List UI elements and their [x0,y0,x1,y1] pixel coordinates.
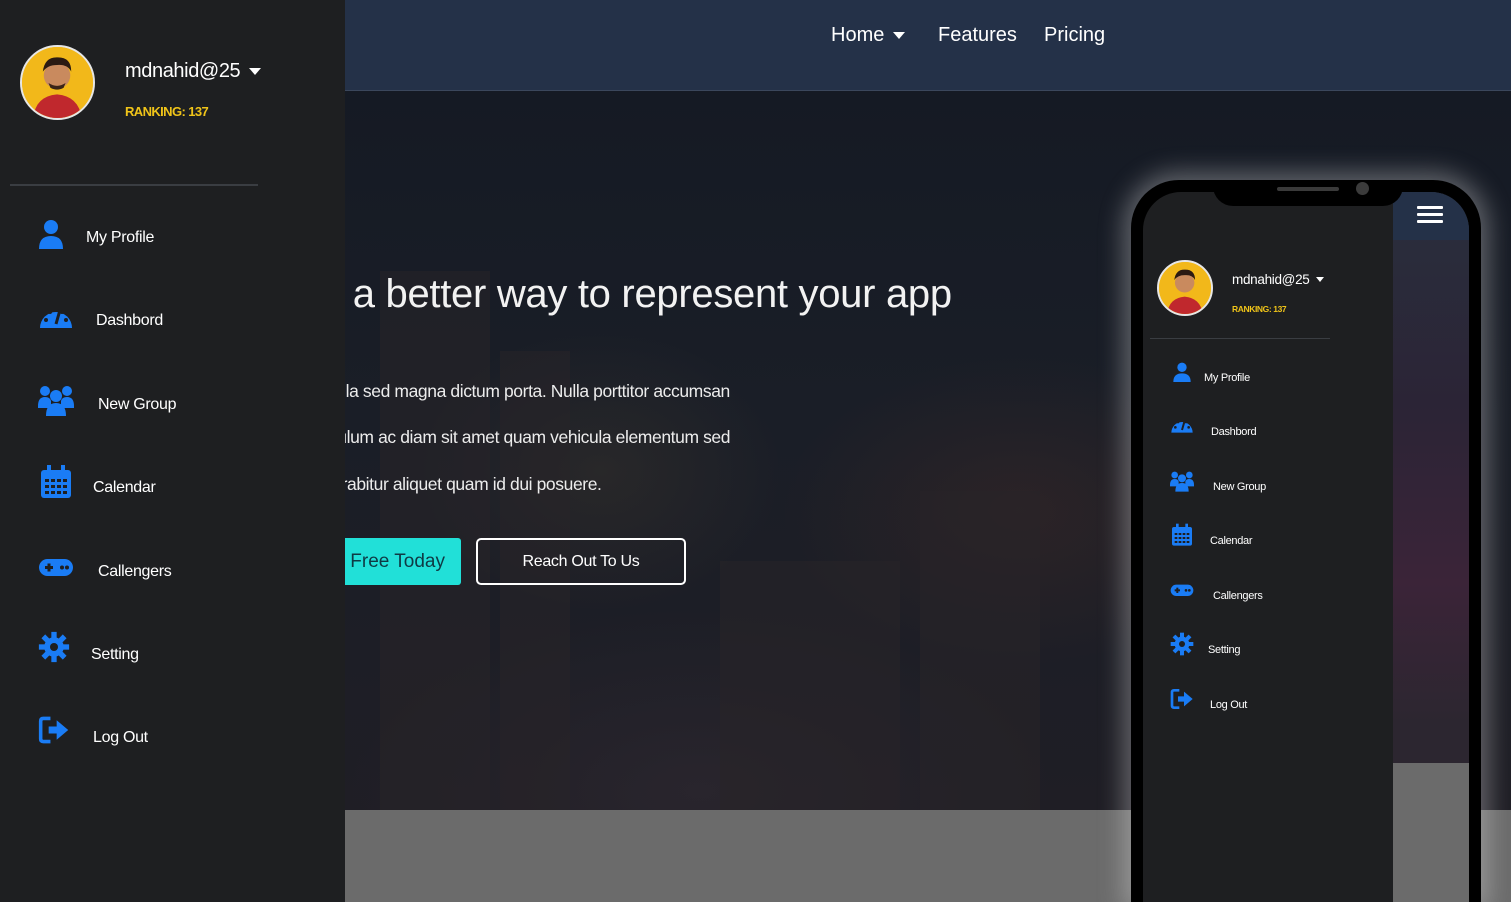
gamepad-icon [39,559,73,576]
ranking-badge: RANKING: 137 [125,104,209,119]
hero-title: e a better way to represent your app [320,272,952,316]
calendar-icon [1172,523,1192,546]
sidebar-item-log-out[interactable]: Log Out [0,709,345,769]
hero-text-line-2: tibulum ac diam sit amet quam vehicula e… [320,427,731,447]
sidebar-item-setting[interactable]: Setting [0,626,345,686]
sidebar-divider [10,184,258,186]
reach-out-button[interactable]: Reach Out To Us [476,538,686,585]
phone-user-dropdown[interactable]: mdnahid@25 [1232,272,1324,287]
phone-menu-item-log-out[interactable]: Log Out [1143,687,1393,723]
user-icon [39,220,63,249]
user-icon [1173,362,1191,382]
nav-features-link[interactable]: Features [938,24,1017,47]
nav-pricing-link[interactable]: Pricing [1044,24,1105,47]
phone-menu-item-dashboard[interactable]: Dashbord [1143,414,1393,450]
sign-out-icon [38,716,69,744]
chevron-down-icon [1315,277,1324,282]
hero-text-line-1: ligula sed magna dictum porta. Nulla por… [320,381,730,401]
users-group-icon [1170,471,1194,492]
nav-home-label: Home [831,24,885,46]
sidebar-item-dashboard[interactable]: Dashbord [0,292,345,352]
phone-menu-item-new-group[interactable]: New Group [1143,469,1393,505]
phone-mockup: mdnahid@25 RANKING: 137 My Profile Dashb… [1131,180,1481,902]
dashboard-gauge-icon [1171,420,1193,433]
phone-ranking-badge: RANKING: 137 [1232,304,1287,314]
phone-screen: mdnahid@25 RANKING: 137 My Profile Dashb… [1143,192,1469,902]
sidebar-item-new-group[interactable]: New Group [0,376,345,436]
users-group-icon [38,386,74,416]
phone-menu-item-setting[interactable]: Setting [1143,632,1393,668]
calendar-icon [41,465,71,498]
phone-menu-item-my-profile[interactable]: My Profile [1143,360,1393,396]
phone-notch [1213,180,1403,206]
sidebar: mdnahid@25 RANKING: 137 My Profile Dashb… [0,0,345,902]
phone-avatar[interactable] [1157,260,1213,316]
hamburger-menu-icon[interactable] [1417,206,1443,226]
gamepad-icon [1170,584,1194,596]
sidebar-item-my-profile[interactable]: My Profile [0,210,345,270]
phone-username: mdnahid@25 [1232,272,1310,287]
gear-icon [1170,632,1194,656]
chevron-down-icon [249,68,262,75]
user-dropdown[interactable]: mdnahid@25 [125,60,262,83]
sign-out-icon [1170,689,1193,709]
nav-home-dropdown[interactable]: Home [831,24,906,47]
chevron-down-icon [893,32,906,39]
hero-text-line-3: Curabitur aliquet quam id dui posuere. [320,474,602,494]
username: mdnahid@25 [125,60,241,82]
gear-icon [38,631,70,663]
dashboard-gauge-icon [40,309,72,328]
phone-menu-item-calendar[interactable]: Calendar [1143,523,1393,559]
sidebar-item-challengers[interactable]: Callengers [0,543,345,603]
user-avatar[interactable] [20,45,95,120]
phone-menu-item-challengers[interactable]: Callengers [1143,578,1393,614]
sidebar-item-calendar[interactable]: Calendar [0,459,345,519]
